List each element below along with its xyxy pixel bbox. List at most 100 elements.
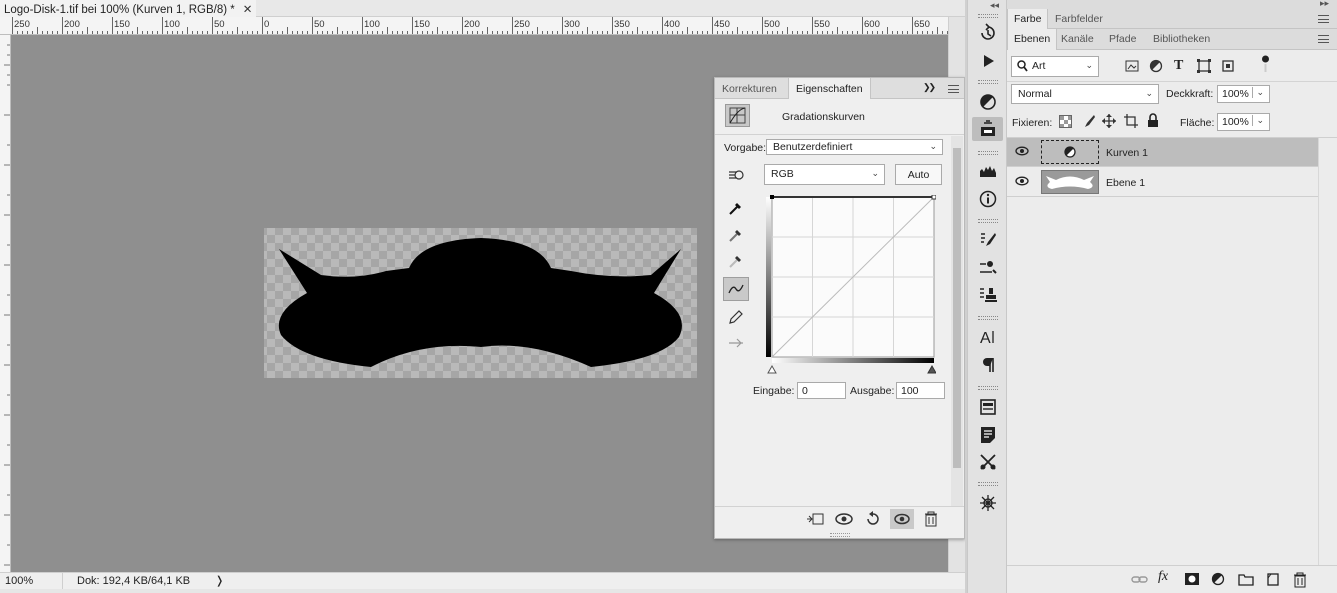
output-value-field[interactable]: 100 (896, 382, 945, 399)
expand-dock-icon[interactable]: ▸▸ (1320, 0, 1329, 9)
layer-filter-dropdown[interactable]: Art ⌄ (1011, 56, 1099, 77)
ruler-minor-tick (757, 31, 758, 34)
lock-all-icon[interactable] (1147, 113, 1159, 131)
dock-grip[interactable] (978, 219, 998, 223)
lock-image-pixels-icon[interactable] (1081, 114, 1095, 131)
paragraph-icon[interactable] (972, 353, 1003, 377)
ruler-minor-tick (877, 31, 878, 34)
scrollbar-thumb[interactable] (953, 148, 961, 468)
on-image-adjust-tool-icon[interactable] (723, 163, 749, 187)
blend-mode-dropdown[interactable]: Normal ⌄ (1011, 84, 1159, 104)
close-icon[interactable]: ✕ (243, 4, 253, 16)
adjustments-icon[interactable] (972, 90, 1003, 114)
filter-smart-object-icon[interactable] (1221, 59, 1235, 76)
3d-icon[interactable] (972, 491, 1003, 515)
filter-type-icon[interactable]: T (1174, 58, 1183, 74)
ruler-minor-tick (217, 31, 218, 34)
dock-grip[interactable] (978, 316, 998, 320)
layer-thumbnail[interactable] (1041, 170, 1099, 194)
history-icon[interactable] (972, 21, 1003, 45)
panel-menu-icon[interactable] (948, 85, 959, 93)
reset-icon[interactable] (863, 511, 883, 530)
fill-field[interactable]: 100% ⌄ (1217, 113, 1270, 131)
dock-grip[interactable] (978, 14, 998, 18)
tab-eigenschaften[interactable]: Eigenschaften (788, 78, 871, 99)
tab-kanaele[interactable]: Kanäle (1055, 29, 1100, 49)
clip-to-layer-icon[interactable] (805, 511, 825, 530)
tab-ebenen[interactable]: Ebenen (1007, 29, 1058, 50)
panel-scrollbar[interactable] (951, 136, 963, 506)
trash-icon[interactable] (1292, 572, 1310, 588)
visibility-eye-icon[interactable] (1015, 176, 1029, 189)
actions-play-icon[interactable] (972, 49, 1003, 73)
filter-toggle-switch[interactable] (1261, 55, 1270, 73)
view-previous-state-icon[interactable] (834, 511, 854, 530)
dock-grip[interactable] (978, 386, 998, 390)
character-icon[interactable]: A (972, 325, 1003, 349)
brush-settings-icon[interactable] (972, 256, 1003, 280)
white-point-eyedropper-icon[interactable] (723, 249, 749, 273)
tab-pfade[interactable]: Pfade (1103, 29, 1142, 49)
link-layers-icon[interactable] (1131, 572, 1149, 588)
new-group-folder-icon[interactable] (1238, 572, 1256, 588)
tab-farbe[interactable]: Farbe (1007, 9, 1049, 29)
toggle-visibility-icon[interactable] (890, 509, 914, 529)
ruler-minor-tick (942, 31, 943, 34)
tab-korrekturen[interactable]: Korrekturen (715, 78, 784, 99)
curves-graph[interactable] (766, 194, 937, 374)
panel-menu-icon[interactable] (1318, 15, 1329, 23)
pencil-draw-icon[interactable] (723, 305, 749, 329)
chevron-down-icon[interactable]: ⌄ (1252, 87, 1264, 98)
zoom-level[interactable]: 100% (5, 575, 33, 587)
collapse-panel-icon[interactable]: ❯❯ (923, 82, 936, 93)
dock-grip[interactable] (978, 80, 998, 84)
layer-style-fx-icon[interactable]: fx (1158, 569, 1176, 585)
channel-dropdown[interactable]: RGB ⌄ (764, 164, 885, 185)
layer-name[interactable]: Kurven 1 (1106, 147, 1148, 159)
input-value-field[interactable]: 0 (797, 382, 846, 399)
clone-source-icon[interactable] (972, 283, 1003, 307)
layer-row-kurven-1[interactable]: Kurven 1 (1007, 138, 1318, 167)
trash-icon[interactable] (922, 511, 940, 530)
properties-icon[interactable] (972, 117, 1003, 141)
resize-grip[interactable] (830, 533, 850, 537)
new-adjustment-layer-icon[interactable] (1211, 572, 1229, 588)
brushes-icon[interactable] (972, 228, 1003, 252)
layer-comps-icon[interactable] (972, 395, 1003, 419)
opacity-field[interactable]: 100% ⌄ (1217, 85, 1270, 103)
dock-grip[interactable] (978, 151, 998, 155)
new-layer-icon[interactable] (1265, 572, 1283, 588)
visibility-eye-icon[interactable] (1015, 146, 1029, 159)
layer-name[interactable]: Ebene 1 (1106, 177, 1145, 189)
histogram-icon[interactable] (972, 159, 1003, 183)
panel-menu-icon[interactable] (1318, 35, 1329, 43)
prevent-auto-nesting-icon[interactable] (1124, 114, 1138, 131)
preset-dropdown[interactable]: Benutzerdefiniert ⌄ (766, 139, 943, 155)
chevron-down-icon[interactable]: ⌄ (1252, 115, 1264, 126)
black-point-eyedropper-icon[interactable] (723, 196, 749, 220)
dock-grip[interactable] (978, 482, 998, 486)
tab-farbfelder[interactable]: Farbfelder (1049, 9, 1109, 29)
collapse-dock-icon[interactable]: ◂◂ (990, 0, 999, 11)
layers-scrollbar[interactable] (1318, 138, 1337, 565)
layer-row-ebene-1[interactable]: Ebene 1 (1007, 168, 1318, 197)
adjustment-layer-thumbnail[interactable] (1041, 140, 1099, 164)
info-icon[interactable] (972, 187, 1003, 211)
add-mask-icon[interactable] (1184, 572, 1202, 588)
auto-button[interactable]: Auto (895, 164, 942, 185)
ruler-minor-tick (292, 31, 293, 34)
lock-position-icon[interactable] (1102, 114, 1116, 131)
gray-point-eyedropper-icon[interactable] (723, 223, 749, 247)
curve-point-tool-icon[interactable] (723, 277, 749, 301)
filter-shape-icon[interactable] (1197, 59, 1211, 76)
filter-adjustment-icon[interactable] (1149, 59, 1163, 76)
status-menu-arrow[interactable]: ❭ (215, 574, 224, 587)
notes-icon[interactable] (972, 423, 1003, 447)
ruler-minor-tick (442, 31, 443, 34)
document-tab[interactable]: Logo-Disk-1.tif bei 100% (Kurven 1, RGB/… (0, 0, 257, 17)
lock-transparency-icon[interactable] (1059, 115, 1072, 131)
filter-pixel-icon[interactable] (1125, 59, 1139, 76)
smooth-curve-icon[interactable] (723, 331, 749, 355)
tab-bibliotheken[interactable]: Bibliotheken (1147, 29, 1216, 49)
tool-presets-icon[interactable] (972, 450, 1003, 474)
